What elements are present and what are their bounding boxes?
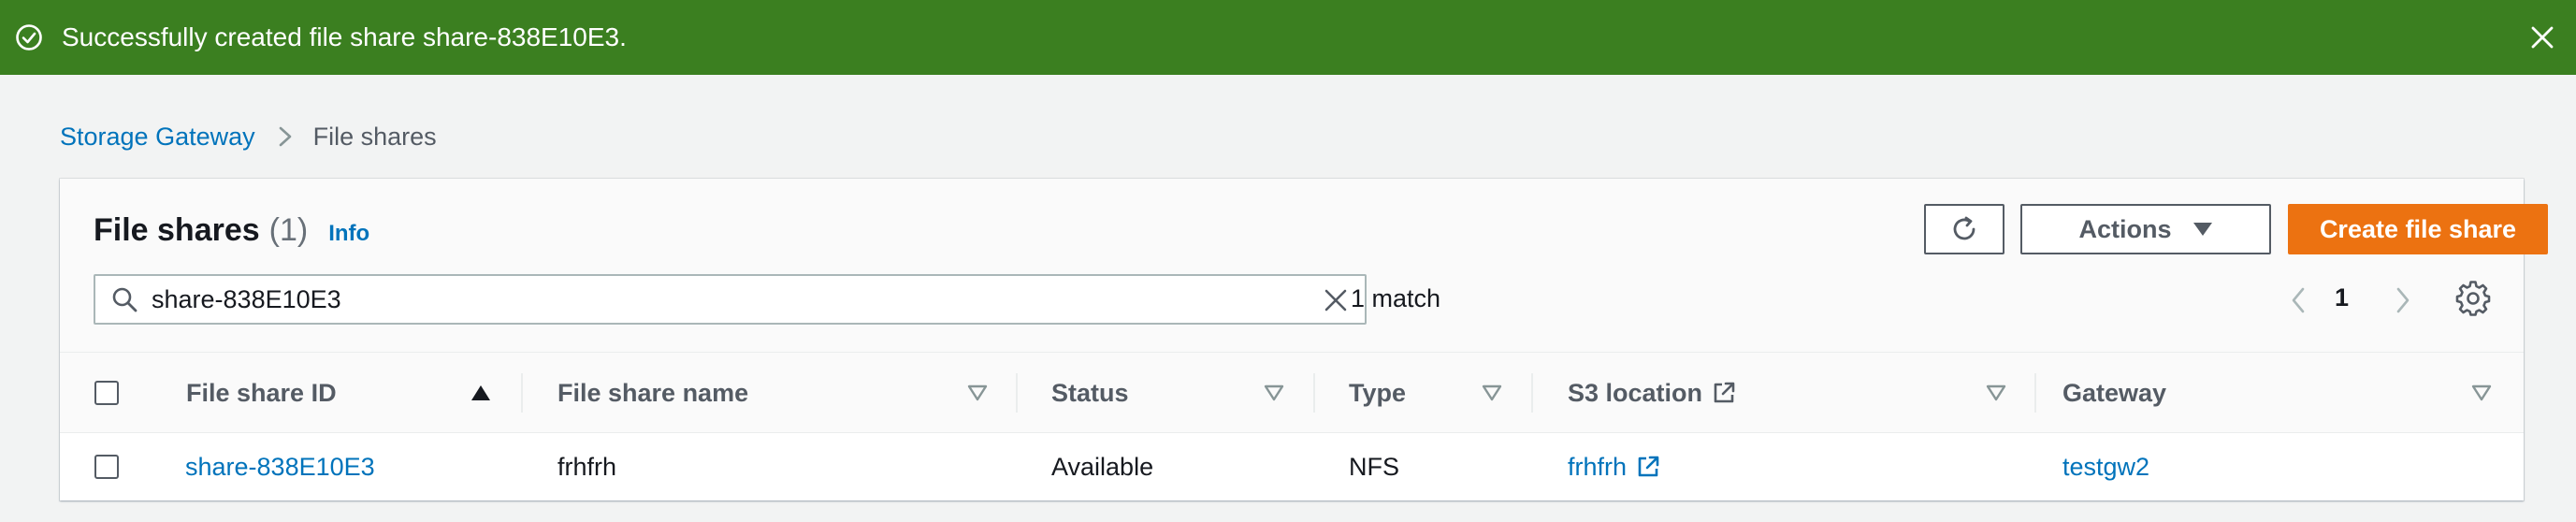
table-header: File share ID File share name Status Typ…: [60, 353, 2524, 433]
chevron-right-icon: [279, 126, 291, 147]
check-circle-icon: [16, 24, 42, 51]
sort-icon[interactable]: [1482, 383, 1502, 403]
column-header-type[interactable]: Type: [1349, 353, 1406, 433]
column-divider: [2034, 373, 2036, 413]
flash-message: Successfully created file share share-83…: [62, 22, 627, 51]
page-title: File shares (1) Info: [94, 212, 369, 249]
table-row: share-838E10E3 frhfrh Available NFS frhf…: [60, 433, 2524, 500]
column-divider: [1016, 373, 1018, 413]
refresh-button[interactable]: [1924, 204, 2004, 254]
select-all-checkbox[interactable]: [94, 381, 119, 405]
current-page-number[interactable]: 1: [2335, 283, 2349, 312]
match-count: 1 match: [1351, 284, 1441, 312]
create-file-share-button[interactable]: Create file share: [2288, 204, 2548, 254]
status-cell: Available: [1051, 452, 1154, 481]
search-input[interactable]: [152, 284, 1274, 314]
filter-search: [94, 274, 1367, 325]
breadcrumb-file-shares: File shares: [312, 122, 437, 151]
table-header-zone: File shares (1) Info Actions Create file…: [60, 179, 2548, 353]
item-count: (1): [268, 212, 309, 248]
sort-ascending-icon[interactable]: [470, 383, 491, 403]
success-flash-banner: Successfully created file share share-83…: [0, 0, 2576, 75]
actions-dropdown-button[interactable]: Actions: [2020, 204, 2271, 254]
next-page-icon[interactable]: [2389, 283, 2417, 317]
caret-down-icon: [2192, 223, 2212, 236]
column-header-gateway[interactable]: Gateway: [2062, 353, 2166, 433]
column-divider: [1531, 373, 1533, 413]
column-divider: [1313, 373, 1315, 413]
search-icon: [112, 287, 137, 312]
page-title-text: File shares: [94, 212, 260, 248]
previous-page-icon[interactable]: [2284, 283, 2312, 317]
close-icon[interactable]: [2525, 21, 2559, 54]
breadcrumb: Storage Gateway File shares: [60, 120, 437, 153]
external-link-icon: [1714, 382, 1735, 403]
sort-icon[interactable]: [1986, 383, 2006, 403]
column-header-status[interactable]: Status: [1051, 353, 1129, 433]
s3-location-text: frhfrh: [1568, 452, 1628, 481]
sort-icon[interactable]: [967, 383, 988, 403]
file-shares-table-container: File shares (1) Info Actions Create file…: [60, 179, 2548, 500]
sort-icon[interactable]: [1264, 383, 1284, 403]
s3-location-link[interactable]: frhfrh: [1568, 433, 1660, 500]
breadcrumb-storage-gateway[interactable]: Storage Gateway: [60, 123, 255, 152]
file-share-id-link[interactable]: share-838E10E3: [185, 433, 375, 500]
column-header-file-share-name[interactable]: File share name: [557, 353, 748, 433]
type-cell: NFS: [1349, 452, 1399, 481]
column-divider: [521, 373, 523, 413]
column-header-s3-location[interactable]: S3 location: [1568, 353, 1736, 433]
column-header-file-share-id[interactable]: File share ID: [186, 353, 337, 433]
gateway-link[interactable]: testgw2: [2062, 433, 2149, 500]
sort-icon[interactable]: [2471, 383, 2492, 403]
refresh-icon: [1953, 216, 1975, 240]
gear-icon[interactable]: [2454, 280, 2492, 317]
external-link-icon: [1638, 456, 1659, 477]
clear-filter-icon[interactable]: [1322, 286, 1350, 314]
info-link[interactable]: Info: [328, 221, 369, 247]
row-select-checkbox[interactable]: [94, 455, 119, 479]
actions-label: Actions: [2078, 214, 2172, 243]
file-share-name-cell: frhfrh: [557, 452, 617, 481]
